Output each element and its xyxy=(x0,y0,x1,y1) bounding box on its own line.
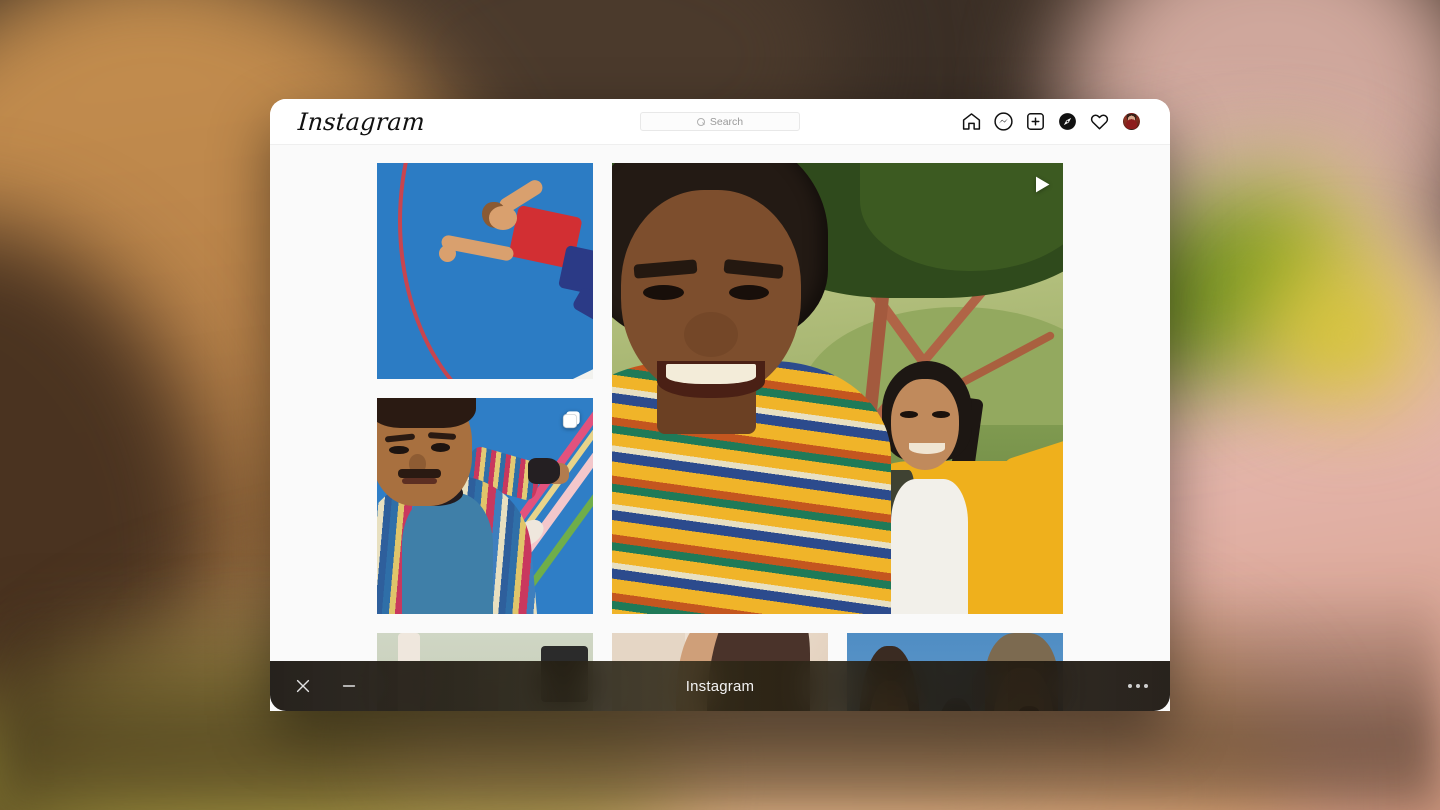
window-title: Instagram xyxy=(686,678,755,695)
search-icon xyxy=(697,118,705,126)
photo-art xyxy=(402,493,493,614)
search-input[interactable]: Search xyxy=(640,112,800,131)
new-post-icon[interactable] xyxy=(1024,111,1046,133)
window-taskbar: Instagram xyxy=(270,661,1170,711)
photo-art xyxy=(377,398,476,428)
instagram-header: Instagram Search xyxy=(270,99,1170,145)
grid-tile-featured[interactable] xyxy=(612,163,1063,614)
background-blob xyxy=(1270,270,1420,400)
photo-art xyxy=(389,446,408,455)
video-play-icon xyxy=(1034,175,1051,199)
photo-art xyxy=(666,364,756,384)
header-nav xyxy=(960,111,1142,133)
photo-art xyxy=(489,206,517,230)
profile-avatar-button[interactable] xyxy=(1120,111,1142,133)
messenger-icon[interactable] xyxy=(992,111,1014,133)
instagram-window: Instagram Search xyxy=(270,99,1170,711)
instagram-logo[interactable]: Instagram xyxy=(297,110,426,134)
photo-art xyxy=(398,469,441,478)
photo-art xyxy=(643,285,684,300)
window-controls xyxy=(292,675,360,697)
photo-art xyxy=(891,379,959,469)
photo-art xyxy=(891,479,968,614)
activity-heart-icon[interactable] xyxy=(1088,111,1110,133)
more-options-icon[interactable] xyxy=(1128,684,1148,688)
minimize-icon[interactable] xyxy=(338,675,360,697)
dot xyxy=(1144,684,1148,688)
close-icon[interactable] xyxy=(292,675,314,697)
carousel-icon xyxy=(562,410,581,434)
photo-art xyxy=(729,285,770,300)
desktop-background: Instagram Search xyxy=(0,0,1440,810)
photo-art xyxy=(528,458,560,484)
dot xyxy=(1128,684,1132,688)
photo-art xyxy=(684,312,738,357)
search-placeholder: Search xyxy=(710,116,743,128)
avatar xyxy=(1123,113,1140,130)
grid-tile-2[interactable] xyxy=(377,398,593,614)
photo-grid xyxy=(377,163,1064,711)
photo-art xyxy=(402,478,437,484)
explore-icon[interactable] xyxy=(1056,111,1078,133)
photo-art xyxy=(377,163,593,379)
dot xyxy=(1136,684,1140,688)
home-icon[interactable] xyxy=(960,111,982,133)
grid-scroll-area[interactable] xyxy=(270,145,1170,711)
grid-tile-1[interactable] xyxy=(377,163,593,379)
photo-art xyxy=(431,443,450,452)
